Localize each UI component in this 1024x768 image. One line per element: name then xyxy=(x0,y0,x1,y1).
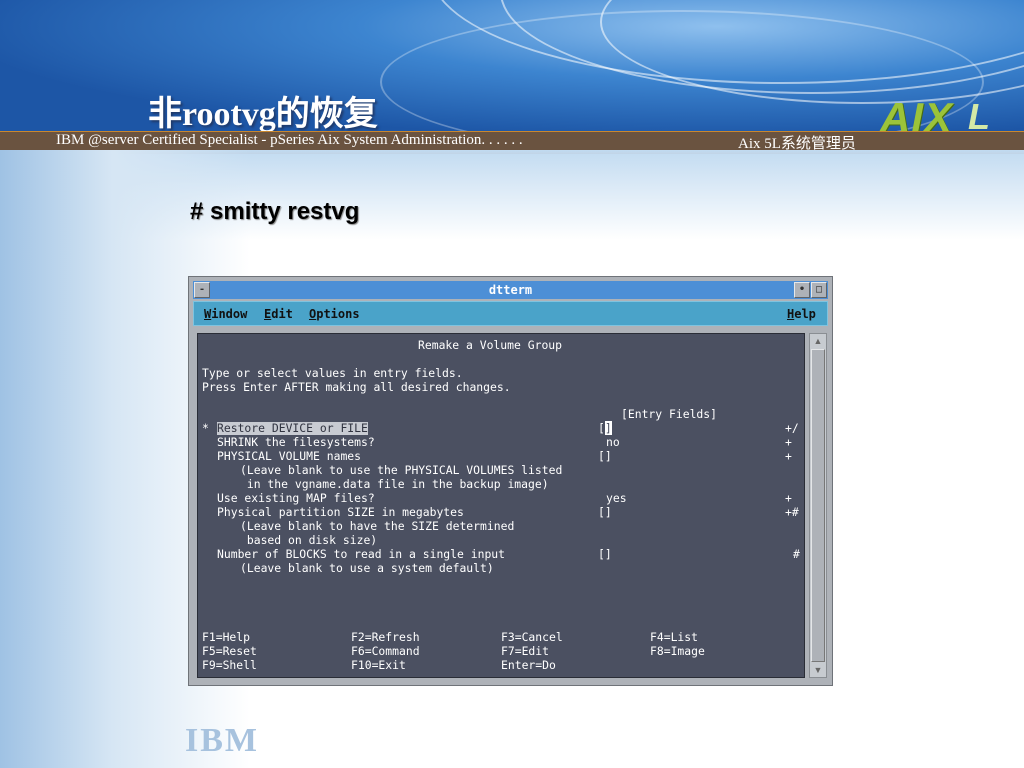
field-note: in the vgname.data file in the backup im… xyxy=(240,477,549,491)
intro-line-1: Type or select values in entry fields. xyxy=(202,366,463,380)
fkey-enter[interactable]: Enter=Do xyxy=(501,659,556,672)
entry-fields-header: [Entry Fields] xyxy=(621,407,718,421)
fkey-f5[interactable]: F5=Reset xyxy=(202,645,257,658)
field-value[interactable]: no xyxy=(606,436,620,449)
field-flag: # xyxy=(793,547,800,561)
field-label[interactable]: Number of BLOCKS to read in a single inp… xyxy=(217,548,505,561)
field-label[interactable]: Restore DEVICE or FILE xyxy=(217,422,368,435)
window-titlebar[interactable]: - dtterm • □ xyxy=(193,281,828,299)
scroll-down-arrow-icon[interactable]: ▼ xyxy=(811,663,825,677)
field-flag: +/ xyxy=(785,421,799,435)
menu-window-rest: indow xyxy=(211,307,248,321)
field-value[interactable]: [] xyxy=(598,548,612,561)
maximize-button[interactable]: □ xyxy=(811,282,827,298)
fkey-f10[interactable]: F10=Exit xyxy=(351,659,406,672)
stripe-left-text: IBM @server Certified Specialist - pSeri… xyxy=(56,132,523,148)
fkey-f3[interactable]: F3=Cancel xyxy=(501,631,563,644)
menu-options-rest: ptions xyxy=(316,307,360,321)
text-cursor: ] xyxy=(604,421,612,435)
fkey-f2[interactable]: F2=Refresh xyxy=(351,631,420,644)
field-label[interactable]: SHRINK the filesystems? xyxy=(217,436,375,449)
command-text: # smitty restvg xyxy=(190,198,360,225)
menu-edit-rest: dit xyxy=(271,307,293,321)
field-note: (Leave blank to use the PHYSICAL VOLUMES… xyxy=(240,463,563,477)
field-note: based on disk size) xyxy=(240,533,378,547)
minimize-button[interactable]: • xyxy=(794,282,810,298)
scroll-thumb[interactable] xyxy=(811,349,825,662)
field-value[interactable]: [] xyxy=(598,450,612,463)
menu-window[interactable]: Window xyxy=(204,307,247,321)
terminal-screen[interactable]: Remake a Volume Group Type or select val… xyxy=(197,333,805,678)
window-title: dtterm xyxy=(488,283,533,297)
fkey-f9[interactable]: F9=Shell xyxy=(202,659,257,672)
ibm-watermark: IBM xyxy=(185,722,259,759)
field-value[interactable]: [] xyxy=(598,506,612,519)
scroll-up-arrow-icon[interactable]: ▲ xyxy=(811,334,825,348)
required-marker: * xyxy=(202,421,209,435)
screen-header: Remake a Volume Group xyxy=(418,338,563,352)
fkey-f1[interactable]: F1=Help xyxy=(202,631,250,644)
field-label[interactable]: Use existing MAP files? xyxy=(217,492,375,505)
intro-line-2: Press Enter AFTER making all desired cha… xyxy=(202,380,511,394)
field-flag: + xyxy=(785,435,792,449)
field-value-open: [ xyxy=(598,421,605,435)
menu-help[interactable]: Help xyxy=(787,307,816,321)
menu-edit[interactable]: Edit xyxy=(264,307,293,321)
field-note: (Leave blank to use a system default) xyxy=(240,561,494,575)
field-value[interactable]: [] xyxy=(598,421,612,435)
vertical-scrollbar[interactable]: ▲ ▼ xyxy=(809,333,827,678)
field-flag: +# xyxy=(785,505,799,519)
field-label[interactable]: PHYSICAL VOLUME names xyxy=(217,450,361,463)
field-label[interactable]: Physical partition SIZE in megabytes xyxy=(217,506,464,519)
field-flag: + xyxy=(785,449,792,463)
fkey-f7[interactable]: F7=Edit xyxy=(501,645,549,658)
field-note: (Leave blank to have the SIZE determined xyxy=(240,519,515,533)
menu-help-rest: elp xyxy=(794,307,816,321)
field-flag: + xyxy=(785,491,792,505)
fkey-f4[interactable]: F4=List xyxy=(650,631,698,644)
menu-options[interactable]: Options xyxy=(309,307,360,321)
field-value[interactable]: yes xyxy=(606,492,627,505)
slide-title: 非rootvg的恢复 xyxy=(148,96,378,133)
dtterm-window: - dtterm • □ Window Edit Options Help Re… xyxy=(188,276,833,686)
menubar: Window Edit Options Help xyxy=(193,301,828,326)
fkey-f6[interactable]: F6=Command xyxy=(351,645,420,658)
fkey-f8[interactable]: F8=Image xyxy=(650,645,705,658)
